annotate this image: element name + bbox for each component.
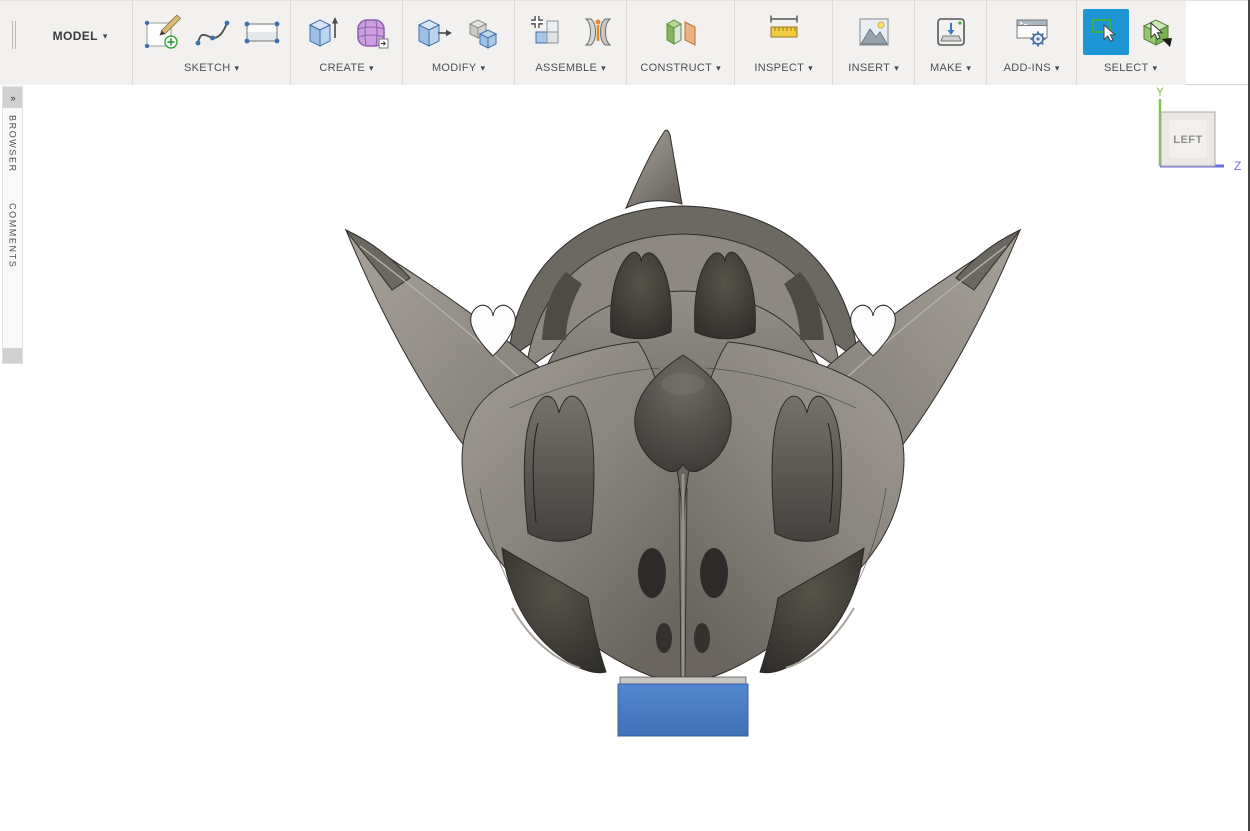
measure-button[interactable]	[761, 9, 807, 55]
toolbar-group-modify: MODIFY ▾	[402, 1, 514, 85]
new-component-button[interactable]	[523, 9, 569, 55]
toolbar-group-sketch: SKETCH ▾	[132, 1, 290, 85]
construction-plane-button[interactable]	[658, 9, 704, 55]
model-viewport[interactable]	[330, 108, 1040, 758]
tab-browser[interactable]: BROWSER	[8, 115, 18, 173]
toolbar-group-create: CREATE ▾	[290, 1, 402, 85]
chevron-down-icon: ▾	[716, 64, 721, 73]
toolbar-group-insert: INSERT ▾	[832, 1, 914, 85]
toolbar-group-make: MAKE ▾	[914, 1, 986, 85]
rectangle-button[interactable]	[239, 9, 285, 55]
toolbar-group-addins: ADD-INS ▾	[986, 1, 1076, 85]
create-sketch-icon	[142, 12, 182, 52]
small-hole-left	[656, 623, 672, 653]
image-icon	[854, 12, 894, 52]
select-window-icon	[1086, 12, 1126, 52]
chevron-down-icon: ▾	[481, 64, 486, 73]
scripts-addins-icon	[1012, 12, 1052, 52]
chevron-down-icon: ▾	[601, 64, 606, 73]
model-base-selected[interactable]	[618, 684, 748, 736]
toolbar-group-assemble: ASSEMBLE ▾	[514, 1, 626, 85]
chevron-down-icon: ▾	[808, 64, 813, 73]
toolbar-group-inspect: INSPECT ▾	[734, 1, 832, 85]
chevron-down-icon: ▾	[103, 32, 108, 41]
combine-icon	[464, 12, 504, 52]
workspace-label: MODEL	[53, 29, 98, 43]
extrude-button[interactable]	[299, 9, 345, 55]
press-pull-icon	[414, 12, 454, 52]
spline-button[interactable]	[189, 9, 235, 55]
3d-print-button[interactable]	[928, 9, 974, 55]
form-button[interactable]	[349, 9, 395, 55]
joint-icon	[576, 12, 616, 52]
lower-hole-left	[638, 548, 666, 598]
chevron-down-icon: ▾	[1153, 64, 1158, 73]
chevron-down-icon: ▾	[966, 64, 971, 73]
measure-icon	[764, 12, 804, 52]
expand-arrows-icon: »	[10, 93, 14, 103]
tab-comments[interactable]: COMMENTS	[8, 203, 18, 268]
attached-canvas-button[interactable]	[851, 9, 897, 55]
spline-icon	[192, 12, 232, 52]
modify-menu[interactable]: MODIFY ▾	[432, 58, 485, 78]
viewcube-face-label: LEFT	[1173, 134, 1203, 146]
application-window: MODEL ▾	[0, 0, 1250, 831]
side-strip-bottom-cap	[3, 348, 22, 363]
toolbar: MODEL ▾	[0, 0, 1250, 85]
addins-menu[interactable]: ADD-INS ▾	[1004, 58, 1060, 78]
toolbar-grip-handle[interactable]	[0, 1, 28, 85]
press-pull-button[interactable]	[411, 9, 457, 55]
workspace-switcher[interactable]: MODEL ▾	[28, 1, 132, 85]
construction-plane-icon	[661, 12, 701, 52]
chevron-down-icon: ▾	[234, 64, 239, 73]
chevron-down-icon: ▾	[1055, 64, 1060, 73]
viewcube[interactable]: Y Z LEFT	[1140, 86, 1250, 186]
chevron-down-icon: ▾	[369, 64, 374, 73]
toolbar-ribbon: MODEL ▾	[0, 1, 1186, 85]
create-menu[interactable]: CREATE ▾	[319, 58, 373, 78]
model-top-fin[interactable]	[626, 130, 682, 208]
assemble-menu[interactable]: ASSEMBLE ▾	[535, 58, 605, 78]
heart-highlight	[661, 373, 705, 395]
select-window-button[interactable]	[1083, 9, 1129, 55]
lower-hole-right	[700, 548, 728, 598]
new-component-icon	[526, 12, 566, 52]
z-axis-label: Z	[1234, 159, 1241, 173]
y-axis-label: Y	[1156, 86, 1164, 99]
select-menu[interactable]: SELECT ▾	[1104, 58, 1157, 78]
combine-button[interactable]	[461, 9, 507, 55]
form-icon	[352, 12, 392, 52]
side-panel-tabs: » BROWSER COMMENTS	[2, 86, 23, 364]
extrude-icon	[302, 12, 342, 52]
create-sketch-button[interactable]	[139, 9, 185, 55]
joint-button[interactable]	[573, 9, 619, 55]
sketch-menu[interactable]: SKETCH ▾	[184, 58, 239, 78]
select-solid-icon	[1136, 12, 1176, 52]
toolbar-group-construct: CONSTRUCT ▾	[626, 1, 734, 85]
make-menu[interactable]: MAKE ▾	[930, 58, 971, 78]
construct-menu[interactable]: CONSTRUCT ▾	[640, 58, 720, 78]
rectangle-icon	[242, 12, 282, 52]
select-solid-button[interactable]	[1133, 9, 1179, 55]
insert-menu[interactable]: INSERT ▾	[848, 58, 898, 78]
toolbar-group-select: SELECT ▾	[1076, 1, 1184, 85]
model-left-half	[346, 230, 683, 684]
model-right-half	[683, 230, 1020, 684]
small-hole-right	[694, 623, 710, 653]
scripts-addins-button[interactable]	[1009, 9, 1055, 55]
3d-printer-icon	[931, 12, 971, 52]
chevron-down-icon: ▾	[894, 64, 899, 73]
expand-browser-button[interactable]: »	[3, 87, 22, 108]
inspect-menu[interactable]: INSPECT ▾	[754, 58, 812, 78]
